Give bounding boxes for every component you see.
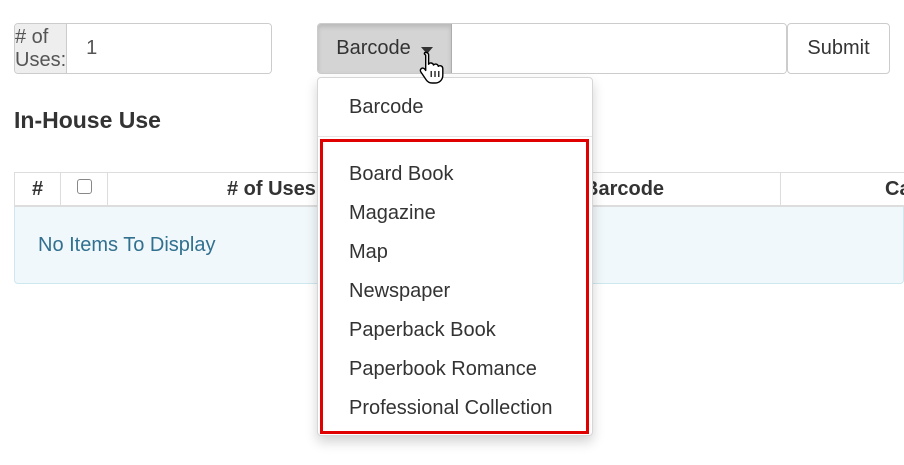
menu-item-newspaper[interactable]: Newspaper bbox=[349, 276, 450, 306]
submit-button[interactable]: Submit bbox=[787, 23, 890, 74]
menu-item-paperbook-romance[interactable]: Paperbook Romance bbox=[349, 354, 537, 384]
barcode-search-input[interactable] bbox=[452, 24, 786, 73]
menu-item-map[interactable]: Map bbox=[349, 237, 388, 267]
search-type-label: Barcode bbox=[336, 37, 411, 59]
hand-pointer-cursor-icon bbox=[419, 51, 444, 84]
column-header-select bbox=[60, 173, 107, 206]
column-header-category[interactable]: Ca bbox=[780, 173, 904, 206]
search-type-dropdown-menu: Barcode Board Book Magazine Map Newspape… bbox=[317, 77, 593, 436]
column-header-number[interactable]: # bbox=[14, 173, 60, 206]
uses-label: # of Uses: bbox=[15, 24, 68, 73]
page-title: In-House Use bbox=[14, 107, 161, 133]
menu-item-barcode[interactable]: Barcode bbox=[349, 92, 424, 122]
select-all-checkbox[interactable] bbox=[76, 179, 92, 194]
uses-input[interactable] bbox=[67, 24, 271, 73]
menu-item-professional-collection[interactable]: Professional Collection bbox=[349, 393, 552, 423]
search-input-group: Barcode bbox=[317, 23, 787, 74]
menu-divider bbox=[318, 136, 592, 137]
menu-item-board-book[interactable]: Board Book bbox=[349, 159, 454, 189]
uses-input-group: # of Uses: bbox=[14, 23, 272, 74]
menu-item-paperback-book[interactable]: Paperback Book bbox=[349, 315, 496, 345]
menu-item-magazine[interactable]: Magazine bbox=[349, 198, 436, 228]
